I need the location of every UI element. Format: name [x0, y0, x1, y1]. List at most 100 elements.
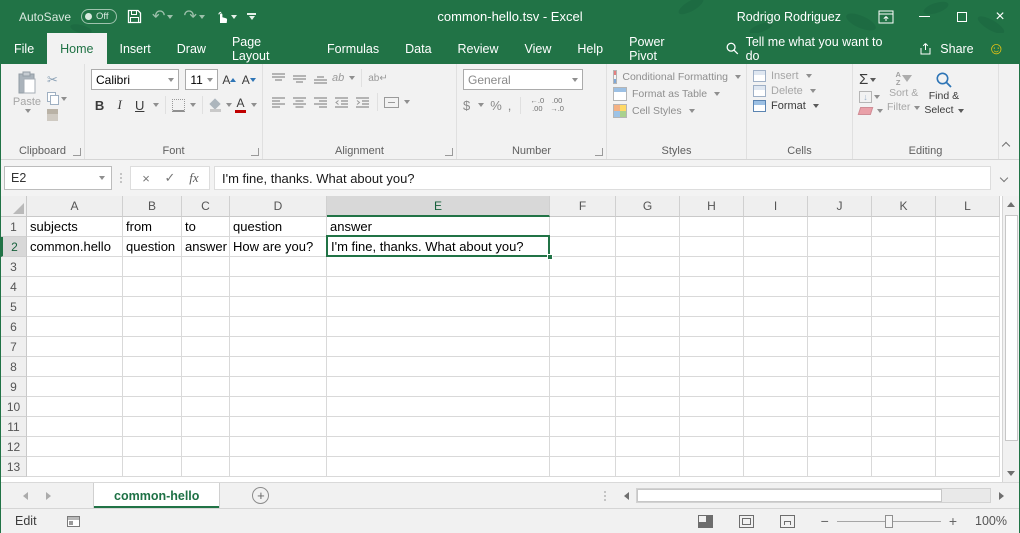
horizontal-scroll-track[interactable] [636, 488, 991, 503]
borders-button[interactable] [172, 99, 184, 112]
cell-A2[interactable]: common.hello [27, 237, 123, 257]
tell-me-search[interactable]: Tell me what you want to do [714, 33, 910, 64]
zoom-out-button[interactable]: − [821, 514, 829, 528]
cell-J4[interactable] [808, 277, 872, 297]
cell-D9[interactable] [230, 377, 327, 397]
next-sheet-button[interactable] [46, 492, 51, 500]
tab-insert[interactable]: Insert [107, 33, 164, 64]
name-box[interactable]: E2 [4, 166, 112, 190]
row-header-1[interactable]: 1 [1, 217, 27, 237]
scroll-down-button[interactable] [1003, 465, 1019, 482]
ribbon-display-options-button[interactable] [867, 0, 905, 33]
cell-J7[interactable] [808, 337, 872, 357]
font-dialog-launcher[interactable] [251, 148, 259, 156]
column-header-E[interactable]: E [327, 196, 550, 217]
cell-K7[interactable] [872, 337, 936, 357]
sheet-tab-common-hello[interactable]: common-hello [93, 483, 220, 508]
underline-button[interactable]: U [131, 96, 148, 114]
cell-E7[interactable] [327, 337, 550, 357]
cell-A3[interactable] [27, 257, 123, 277]
cell-G13[interactable] [616, 457, 680, 477]
cell-G10[interactable] [616, 397, 680, 417]
cell-B11[interactable] [123, 417, 182, 437]
minimize-button[interactable] [905, 0, 943, 33]
align-left-button[interactable] [269, 93, 287, 111]
cell-H1[interactable] [680, 217, 744, 237]
zoom-slider-thumb[interactable] [885, 515, 893, 528]
cell-B1[interactable]: from [123, 217, 182, 237]
cell-E11[interactable] [327, 417, 550, 437]
cell-F7[interactable] [550, 337, 616, 357]
cell-D2[interactable]: How are you? [230, 237, 327, 257]
cell-A8[interactable] [27, 357, 123, 377]
cell-G3[interactable] [616, 257, 680, 277]
cell-A11[interactable] [27, 417, 123, 437]
cell-G2[interactable] [616, 237, 680, 257]
cell-J5[interactable] [808, 297, 872, 317]
cell-A10[interactable] [27, 397, 123, 417]
cell-A9[interactable] [27, 377, 123, 397]
cell-J2[interactable] [808, 237, 872, 257]
orientation-button[interactable]: ab [332, 72, 344, 84]
expand-formula-bar-button[interactable] [995, 175, 1013, 181]
cell-D3[interactable] [230, 257, 327, 277]
tab-home[interactable]: Home [47, 33, 106, 64]
cell-H6[interactable] [680, 317, 744, 337]
enter-button[interactable]: ✓ [159, 170, 181, 186]
cell-L2[interactable] [936, 237, 1000, 257]
cell-C7[interactable] [182, 337, 230, 357]
cell-I7[interactable] [744, 337, 808, 357]
cell-F1[interactable] [550, 217, 616, 237]
italic-button[interactable]: I [111, 96, 128, 114]
cell-I8[interactable] [744, 357, 808, 377]
column-header-I[interactable]: I [744, 196, 808, 217]
macro-record-icon[interactable] [67, 516, 80, 527]
font-name-select[interactable]: Calibri [91, 69, 179, 90]
cell-B2[interactable]: question [123, 237, 182, 257]
increase-indent-button[interactable] [353, 93, 371, 111]
cell-L13[interactable] [936, 457, 1000, 477]
cell-E6[interactable] [327, 317, 550, 337]
row-header-6[interactable]: 6 [1, 317, 27, 337]
cell-F11[interactable] [550, 417, 616, 437]
page-break-preview-button[interactable] [780, 515, 795, 528]
underline-dropdown-caret[interactable] [153, 103, 159, 107]
cell-styles-button[interactable]: Cell Styles [613, 104, 741, 118]
copy-button[interactable] [47, 92, 67, 105]
cell-K4[interactable] [872, 277, 936, 297]
cell-F2[interactable] [550, 237, 616, 257]
cell-E4[interactable] [327, 277, 550, 297]
cell-A5[interactable] [27, 297, 123, 317]
cell-I11[interactable] [744, 417, 808, 437]
select-all-button[interactable] [1, 196, 27, 217]
cell-D5[interactable] [230, 297, 327, 317]
cell-I4[interactable] [744, 277, 808, 297]
font-color-button[interactable]: A [235, 97, 246, 113]
cell-A4[interactable] [27, 277, 123, 297]
alignment-dialog-launcher[interactable] [445, 148, 453, 156]
vertical-scroll-thumb[interactable] [1005, 215, 1018, 441]
fill-color-button[interactable] [209, 99, 221, 112]
cell-F12[interactable] [550, 437, 616, 457]
orientation-caret[interactable] [349, 76, 355, 80]
find-select-button[interactable]: Find & Select [924, 69, 963, 142]
clear-button[interactable] [859, 107, 883, 115]
cell-D1[interactable]: question [230, 217, 327, 237]
tab-page-layout[interactable]: Page Layout [219, 33, 314, 64]
row-header-11[interactable]: 11 [1, 417, 27, 437]
clipboard-dialog-launcher[interactable] [73, 148, 81, 156]
row-header-10[interactable]: 10 [1, 397, 27, 417]
row-header-5[interactable]: 5 [1, 297, 27, 317]
cell-A1[interactable]: subjects [27, 217, 123, 237]
cell-H2[interactable] [680, 237, 744, 257]
increase-font-size-button[interactable]: A [221, 71, 237, 89]
insert-function-button[interactable]: fx [183, 170, 205, 186]
cell-G1[interactable] [616, 217, 680, 237]
tab-formulas[interactable]: Formulas [314, 33, 392, 64]
column-header-F[interactable]: F [550, 196, 616, 217]
undo-dropdown-caret[interactable] [167, 15, 173, 19]
column-header-J[interactable]: J [808, 196, 872, 217]
cancel-button[interactable]: × [135, 171, 157, 186]
cell-F10[interactable] [550, 397, 616, 417]
tab-file[interactable]: File [1, 33, 47, 64]
